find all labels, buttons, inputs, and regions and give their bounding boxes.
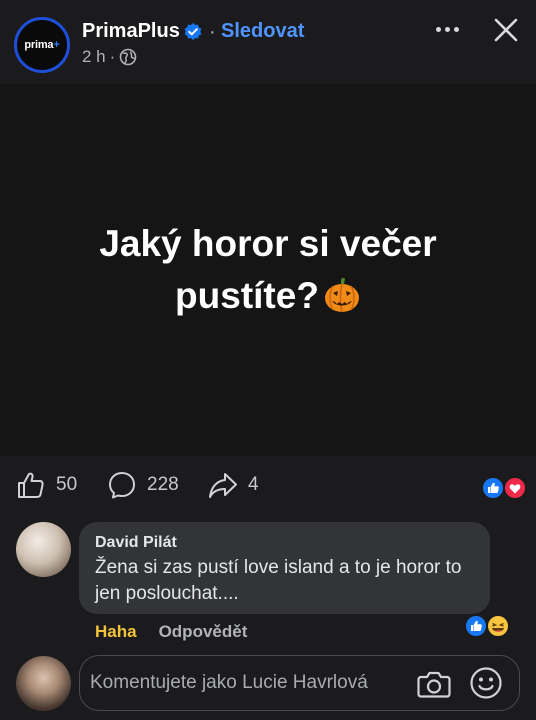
comment-composer [79, 655, 520, 711]
comment-bubble-icon [109, 472, 135, 499]
post-text: Jaký horor si večer pustíte? [58, 218, 478, 322]
action-bar: 50 228 4 [0, 456, 536, 514]
page-avatar[interactable]: prima+ [14, 17, 70, 73]
share-count: 4 [248, 474, 259, 495]
post-text-content: Jaký horor si večer pustíte? [99, 223, 437, 316]
comment-haha-reaction[interactable]: Haha [95, 622, 137, 642]
comment-reactions-summary[interactable] [464, 613, 512, 639]
post-time[interactable]: 2 h [82, 47, 106, 67]
globe-icon [120, 48, 137, 66]
comment-bubble[interactable]: David Pilát Žena si zas pustí love islan… [79, 522, 490, 614]
comment-actions: Haha Odpovědět [95, 622, 247, 642]
share-button[interactable]: 4 [208, 470, 259, 500]
post-meta: 2 h · [82, 47, 137, 67]
jack-o-lantern-icon [324, 277, 359, 313]
comment-text: Žena si zas pustí love island a to je ho… [95, 557, 462, 604]
page-avatar-logo: prima+ [24, 39, 60, 51]
close-icon[interactable] [492, 16, 520, 44]
follow-button[interactable]: Sledovat [221, 20, 304, 43]
like-count: 50 [56, 474, 78, 495]
page-name[interactable]: PrimaPlus [82, 20, 180, 43]
current-user-avatar [16, 656, 71, 711]
reactions-summary[interactable] [480, 476, 528, 500]
thumbs-up-icon [18, 472, 44, 498]
meta-separator: · [109, 47, 116, 66]
header-separator: · [209, 21, 216, 43]
more-options-icon[interactable] [431, 14, 463, 44]
camera-icon[interactable] [417, 668, 451, 700]
share-arrow-icon [209, 473, 237, 498]
verified-badge-icon [184, 23, 202, 40]
comment-button[interactable]: 228 [107, 470, 179, 500]
comment-author[interactable]: David Pilát [95, 534, 177, 552]
emoji-icon[interactable] [469, 666, 503, 700]
commenter-avatar[interactable] [16, 522, 71, 577]
comment-reply-button[interactable]: Odpovědět [159, 622, 248, 642]
post-content[interactable]: Jaký horor si večer pustíte? [0, 84, 536, 456]
like-button[interactable]: 50 [16, 470, 77, 500]
comment-count: 228 [147, 474, 179, 495]
post-header: prima+ PrimaPlus · Sledovat 2 h · [0, 0, 536, 84]
comment-input[interactable] [90, 664, 410, 702]
